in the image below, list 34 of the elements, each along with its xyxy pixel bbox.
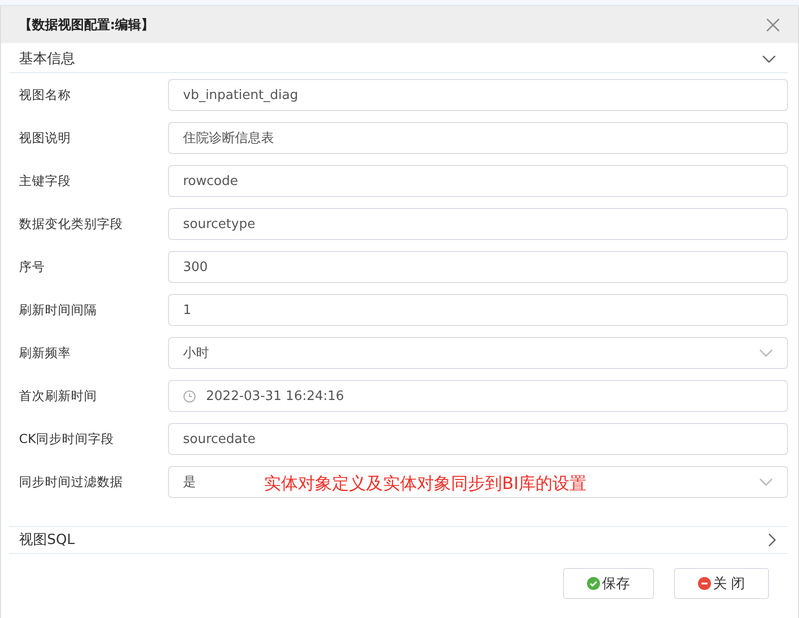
input-field[interactable]: 1 bbox=[168, 294, 788, 326]
date-field[interactable]: 2022-03-31 16:24:16 bbox=[168, 380, 788, 412]
check-icon bbox=[587, 577, 600, 590]
field-label: 视图说明 bbox=[18, 129, 72, 147]
chevron-down-icon bbox=[759, 349, 773, 357]
section-header[interactable]: 基本信息 bbox=[9, 46, 788, 73]
window-title: 【数据视图配置:编辑】 bbox=[19, 16, 154, 34]
save-button[interactable]: 保存 bbox=[563, 568, 654, 599]
close-button[interactable]: 关 闭 bbox=[674, 568, 769, 599]
close-icon[interactable] bbox=[766, 18, 780, 32]
field-label: CK同步时间字段 bbox=[18, 430, 115, 448]
field-label: 刷新时间间隔 bbox=[18, 301, 98, 319]
input-field[interactable]: rowcode bbox=[168, 165, 788, 197]
section-header[interactable]: 视图SQL bbox=[9, 526, 788, 554]
field-label: 序号 bbox=[18, 258, 46, 276]
field-label: 刷新频率 bbox=[18, 344, 72, 362]
section-title: 基本信息 bbox=[19, 50, 75, 68]
field-label: 视图名称 bbox=[18, 86, 72, 104]
chevron-down-icon bbox=[759, 478, 773, 486]
clock-icon bbox=[183, 390, 196, 402]
input-field[interactable]: vb_inpatient_diag bbox=[168, 79, 788, 111]
select-field[interactable]: 小时 bbox=[168, 337, 788, 369]
field-label: 主键字段 bbox=[18, 172, 72, 190]
section-title: 视图SQL bbox=[19, 531, 75, 549]
input-field[interactable]: sourcedate bbox=[168, 423, 788, 455]
select-field[interactable]: 是 实体对象定义及实体对象同步到BI库的设置 bbox=[168, 466, 788, 498]
field-label: 首次刷新时间 bbox=[18, 387, 98, 405]
minus-icon bbox=[698, 577, 711, 590]
input-field[interactable]: 住院诊断信息表 bbox=[168, 122, 788, 154]
input-field[interactable]: 300 bbox=[168, 251, 788, 283]
input-field[interactable]: sourcetype bbox=[168, 208, 788, 240]
field-label: 同步时间过滤数据 bbox=[18, 473, 124, 491]
field-label: 数据变化类别字段 bbox=[18, 215, 124, 233]
annotation-text: 实体对象定义及实体对象同步到BI库的设置 bbox=[264, 473, 587, 495]
